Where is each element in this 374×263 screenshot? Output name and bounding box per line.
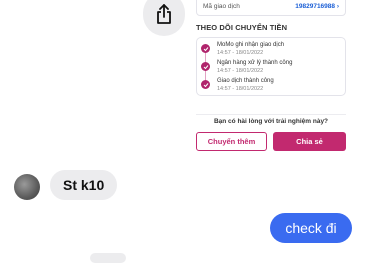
- share-button[interactable]: [143, 0, 185, 36]
- check-icon: [201, 44, 210, 53]
- transaction-code-label: Mã giao dịch: [203, 2, 240, 10]
- tracking-title: THEO DÕI CHUYỂN TIỀN: [196, 23, 288, 32]
- incoming-message[interactable]: St k10: [50, 170, 118, 200]
- outgoing-message[interactable]: check đi: [270, 213, 352, 243]
- check-icon: [201, 80, 210, 89]
- chevron-right-icon: ›: [336, 2, 339, 10]
- transaction-code-row[interactable]: Mã giao dịch 19829716988 ›: [196, 0, 346, 16]
- avatar[interactable]: [14, 174, 40, 200]
- timeline-step-time: 14:57 - 18/01/2022: [217, 68, 264, 74]
- transaction-code-value: 19829716988: [295, 2, 336, 10]
- timeline-step-time: 14:57 - 18/01/2022: [217, 86, 264, 92]
- timeline-step-title: MoMo ghi nhận giao dịch: [217, 42, 285, 48]
- transaction-receipt: Mã giao dịch 19829716988 › THEO DÕI CHUY…: [190, 0, 352, 156]
- timeline-step-title: Ngân hàng xử lý thành công: [217, 60, 293, 66]
- timeline-step: MoMo ghi nhận giao dịch 14:57 - 18/01/20…: [197, 41, 347, 59]
- transfer-more-button[interactable]: Chuyển thêm: [196, 132, 267, 151]
- timeline-step: Giao dịch thành công 14:57 - 18/01/2022: [197, 77, 347, 95]
- timeline-step-title: Giao dịch thành công: [217, 78, 274, 84]
- feedback-prompt[interactable]: Bạn có hài lòng với trải nghiệm này?: [196, 114, 346, 129]
- incoming-message-partial: [90, 253, 126, 263]
- timeline-step-time: 14:57 - 18/01/2022: [217, 50, 264, 56]
- tracking-timeline: MoMo ghi nhận giao dịch 14:57 - 18/01/20…: [196, 37, 346, 96]
- share-receipt-button[interactable]: Chia sẻ: [273, 132, 346, 151]
- timeline-step: Ngân hàng xử lý thành công 14:57 - 18/01…: [197, 59, 347, 77]
- share-icon: [157, 4, 171, 24]
- check-icon: [201, 62, 210, 71]
